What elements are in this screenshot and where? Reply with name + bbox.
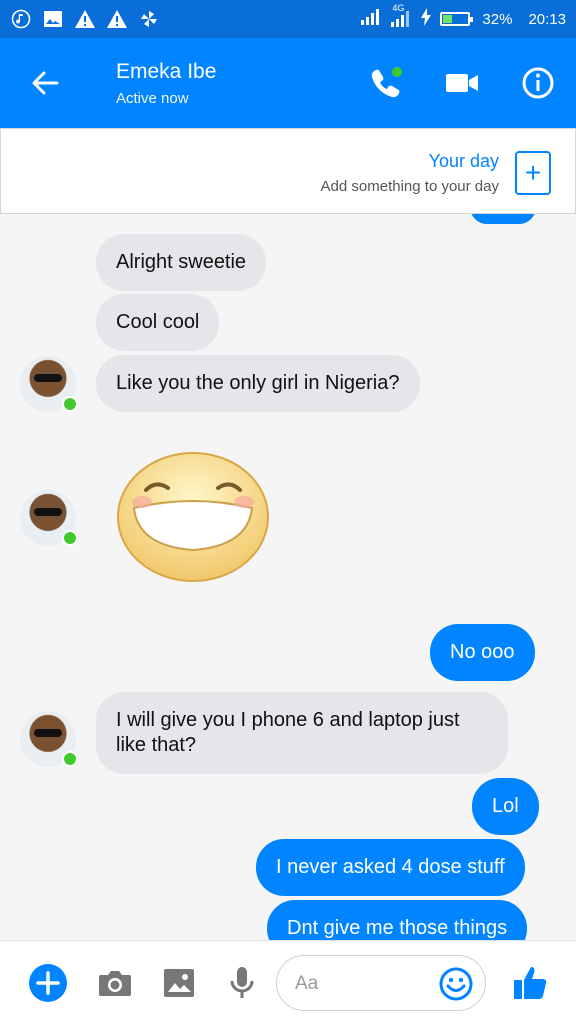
message-bubble-sent[interactable]: No ooo <box>430 624 535 681</box>
message-line: I will give you I phone 6 and laptop jus… <box>116 709 460 731</box>
message-bubble-sent-partial <box>470 214 536 224</box>
contact-avatar[interactable] <box>20 711 78 767</box>
message-list[interactable]: Alright sweetie Cool cool Like you the o… <box>0 214 576 940</box>
message-composer: Aa <box>0 940 576 1024</box>
back-button[interactable] <box>0 38 90 128</box>
music-icon <box>10 9 32 29</box>
more-actions-button[interactable] <box>28 963 68 1003</box>
back-arrow-icon <box>32 71 59 95</box>
online-indicator <box>62 751 78 767</box>
message-line: like that? <box>116 734 197 756</box>
your-day-title: Your day <box>428 151 499 171</box>
charging-icon <box>420 8 432 30</box>
voice-call-button[interactable] <box>348 38 424 128</box>
status-bar: 4G 32% 20:13 <box>0 0 576 38</box>
signal-icon <box>360 8 382 30</box>
like-button[interactable] <box>510 963 550 1003</box>
video-icon <box>446 74 478 92</box>
message-bubble-sent[interactable]: Dnt give me those things <box>267 900 528 940</box>
conversation-header: Emeka Ibe Active now <box>0 38 576 128</box>
online-indicator <box>62 396 78 412</box>
add-icon <box>29 964 67 1002</box>
gallery-icon <box>164 969 194 997</box>
message-bubble-sent[interactable]: I never asked 4 dose stuff <box>256 839 525 896</box>
mic-icon <box>230 967 254 998</box>
voice-message-button[interactable] <box>222 963 262 1003</box>
pinwheel-icon <box>138 9 160 29</box>
image-notification-icon <box>42 9 64 29</box>
clock: 20:13 <box>528 10 566 28</box>
contact-avatar[interactable] <box>20 356 78 412</box>
camera-button[interactable] <box>95 963 135 1003</box>
warning-icon <box>106 9 128 29</box>
message-bubble-received[interactable]: I will give you I phone 6 and laptop jus… <box>96 692 508 774</box>
battery-icon <box>440 12 474 26</box>
your-day-subtitle: Add something to your day <box>320 178 499 195</box>
phone-icon <box>371 67 402 98</box>
your-day-card[interactable]: Your day Add something to your day + <box>0 128 576 214</box>
message-bubble-received[interactable]: Cool cool <box>96 294 220 351</box>
message-input[interactable]: Aa <box>276 955 486 1011</box>
camera-icon <box>99 971 131 996</box>
online-indicator <box>62 530 78 546</box>
gallery-button[interactable] <box>159 963 199 1003</box>
message-bubble-received[interactable]: Like you the only girl in Nigeria? <box>96 355 420 412</box>
contact-avatar[interactable] <box>20 490 78 546</box>
network-type-label: 4G <box>392 3 405 13</box>
add-to-day-button[interactable]: + <box>515 151 551 195</box>
grinning-face-sticker[interactable] <box>116 450 270 584</box>
message-bubble-received[interactable]: Alright sweetie <box>96 234 267 291</box>
warning-icon <box>74 9 96 29</box>
video-call-button[interactable] <box>424 38 500 128</box>
battery-percent: 32% <box>482 10 513 28</box>
contact-name: Emeka Ibe <box>116 59 217 83</box>
message-input-placeholder: Aa <box>295 973 319 994</box>
like-icon <box>514 967 547 999</box>
info-icon <box>522 67 554 99</box>
message-bubble-sent[interactable]: Lol <box>472 778 539 835</box>
plus-icon: + <box>524 157 542 188</box>
emoji-icon[interactable] <box>439 967 473 1001</box>
info-button[interactable] <box>500 38 576 128</box>
contact-info[interactable]: Emeka Ibe Active now <box>116 60 216 107</box>
contact-status: Active now <box>116 89 189 107</box>
